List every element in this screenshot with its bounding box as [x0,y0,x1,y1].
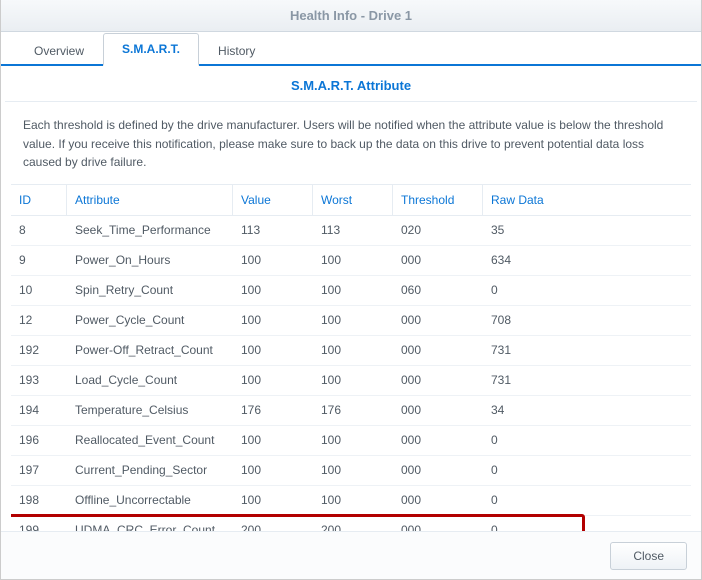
cell-threshold: 000 [393,253,483,267]
window-titlebar: Health Info - Drive 1 [1,0,701,32]
cell-id: 8 [11,223,67,237]
cell-id: 197 [11,463,67,477]
section-title: S.M.A.R.T. Attribute [5,66,697,102]
cell-worst: 113 [313,223,393,237]
cell-attribute: Spin_Retry_Count [67,283,233,297]
cell-value: 100 [233,343,313,357]
cell-value: 100 [233,463,313,477]
table-row[interactable]: 194Temperature_Celsius17617600034 [11,396,691,426]
cell-value: 100 [233,373,313,387]
dialog-footer: Close [1,531,701,579]
cell-rawdata: 731 [483,343,583,357]
window-title: Health Info - Drive 1 [290,8,412,23]
cell-value: 100 [233,313,313,327]
table-row[interactable]: 192Power-Off_Retract_Count100100000731 [11,336,691,366]
cell-attribute: Current_Pending_Sector [67,463,233,477]
cell-worst: 100 [313,463,393,477]
cell-rawdata: 0 [483,493,583,507]
cell-rawdata: 0 [483,433,583,447]
cell-threshold: 000 [393,433,483,447]
cell-rawdata: 0 [483,463,583,477]
cell-threshold: 000 [393,373,483,387]
cell-value: 100 [233,433,313,447]
cell-id: 199 [11,523,67,531]
cell-worst: 100 [313,493,393,507]
cell-rawdata: 634 [483,253,583,267]
table-row[interactable]: 198Offline_Uncorrectable1001000000 [11,486,691,516]
table-row[interactable]: 197Current_Pending_Sector1001000000 [11,456,691,486]
tab-overview[interactable]: Overview [15,35,103,66]
cell-worst: 100 [313,433,393,447]
table-row[interactable]: 8Seek_Time_Performance11311302035 [11,216,691,246]
table-row[interactable]: 9Power_On_Hours100100000634 [11,246,691,276]
cell-threshold: 000 [393,313,483,327]
tab-smart[interactable]: S.M.A.R.T. [103,33,199,66]
cell-threshold: 000 [393,493,483,507]
table-row[interactable]: 196Reallocated_Event_Count1001000000 [11,426,691,456]
table-row[interactable]: 10Spin_Retry_Count1001000600 [11,276,691,306]
col-value[interactable]: Value [233,185,313,215]
cell-threshold: 000 [393,343,483,357]
cell-rawdata: 34 [483,403,583,417]
col-worst[interactable]: Worst [313,185,393,215]
cell-worst: 100 [313,313,393,327]
cell-attribute: Seek_Time_Performance [67,223,233,237]
cell-value: 100 [233,493,313,507]
cell-id: 12 [11,313,67,327]
cell-threshold: 000 [393,523,483,531]
health-info-window: Health Info - Drive 1 Overview S.M.A.R.T… [0,0,702,580]
table-body: 8Seek_Time_Performance113113020359Power_… [11,216,691,531]
cell-id: 10 [11,283,67,297]
cell-id: 194 [11,403,67,417]
cell-attribute: Power_On_Hours [67,253,233,267]
cell-attribute: Reallocated_Event_Count [67,433,233,447]
col-id[interactable]: ID [11,185,67,215]
cell-worst: 100 [313,343,393,357]
cell-value: 113 [233,223,313,237]
section-description: Each threshold is defined by the drive m… [1,102,701,180]
cell-id: 198 [11,493,67,507]
cell-threshold: 000 [393,403,483,417]
cell-worst: 100 [313,373,393,387]
cell-worst: 100 [313,253,393,267]
col-attribute[interactable]: Attribute [67,185,233,215]
cell-worst: 100 [313,283,393,297]
cell-value: 100 [233,253,313,267]
cell-rawdata: 0 [483,283,583,297]
cell-worst: 176 [313,403,393,417]
cell-attribute: Power_Cycle_Count [67,313,233,327]
cell-worst: 200 [313,523,393,531]
cell-rawdata: 35 [483,223,583,237]
cell-attribute: Temperature_Celsius [67,403,233,417]
col-threshold[interactable]: Threshold [393,185,483,215]
cell-value: 100 [233,283,313,297]
cell-id: 9 [11,253,67,267]
table-row[interactable]: 199UDMA_CRC_Error_Count2002000000 [11,516,691,531]
smart-attribute-table: ID Attribute Value Worst Threshold Raw D… [11,184,691,531]
table-header: ID Attribute Value Worst Threshold Raw D… [11,184,691,216]
cell-id: 196 [11,433,67,447]
cell-threshold: 000 [393,463,483,477]
cell-rawdata: 0 [483,523,583,531]
tab-history[interactable]: History [199,35,274,66]
close-button[interactable]: Close [610,542,687,570]
cell-attribute: Load_Cycle_Count [67,373,233,387]
cell-rawdata: 731 [483,373,583,387]
cell-id: 193 [11,373,67,387]
cell-threshold: 020 [393,223,483,237]
cell-threshold: 060 [393,283,483,297]
cell-attribute: UDMA_CRC_Error_Count [67,523,233,531]
table-row[interactable]: 193Load_Cycle_Count100100000731 [11,366,691,396]
cell-rawdata: 708 [483,313,583,327]
col-rawdata[interactable]: Raw Data [483,185,583,215]
cell-id: 192 [11,343,67,357]
cell-attribute: Offline_Uncorrectable [67,493,233,507]
cell-value: 176 [233,403,313,417]
table-row[interactable]: 12Power_Cycle_Count100100000708 [11,306,691,336]
tab-bar: Overview S.M.A.R.T. History [1,32,701,66]
cell-attribute: Power-Off_Retract_Count [67,343,233,357]
cell-value: 200 [233,523,313,531]
